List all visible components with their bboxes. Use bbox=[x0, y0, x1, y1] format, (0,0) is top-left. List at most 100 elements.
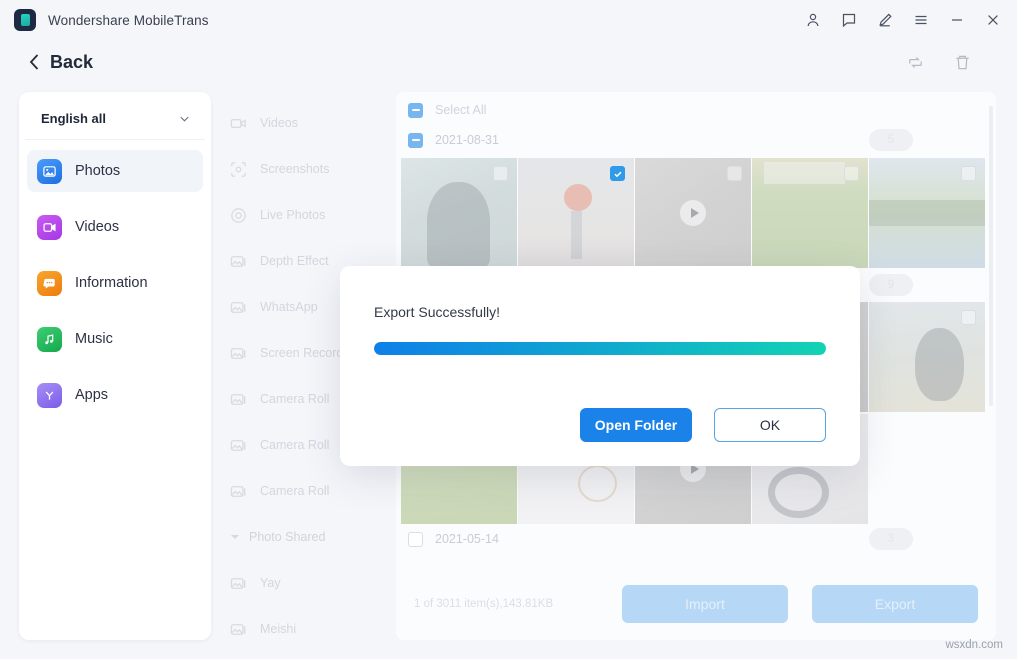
screenshot-icon bbox=[229, 160, 248, 179]
album-group-photo-shared[interactable]: Photo Shared bbox=[219, 514, 395, 560]
watermark: wsxdn.com bbox=[945, 639, 1003, 651]
dialog-message: Export Successfully! bbox=[374, 304, 826, 320]
photo-icon bbox=[229, 298, 248, 317]
sidebar-label-information: Information bbox=[75, 275, 148, 291]
album-item-camera-roll-3[interactable]: Camera Roll bbox=[219, 468, 395, 514]
refresh-icon[interactable] bbox=[906, 53, 925, 72]
date-group-count-middle: 9 bbox=[869, 274, 913, 296]
import-button[interactable]: Import bbox=[622, 585, 788, 623]
thumbnail-photo-flowers[interactable] bbox=[518, 158, 634, 268]
chevron-down-icon bbox=[178, 112, 191, 125]
thumbnail-checkbox[interactable] bbox=[727, 166, 742, 181]
information-icon bbox=[37, 271, 62, 296]
progress-bar bbox=[374, 342, 826, 355]
date-group-checkbox-2[interactable] bbox=[408, 532, 423, 547]
play-icon bbox=[680, 200, 706, 226]
footer-buttons: Import Export bbox=[622, 585, 978, 623]
sidebar-label-music: Music bbox=[75, 331, 113, 347]
vertical-scrollbar[interactable] bbox=[989, 106, 993, 406]
sidebar-label-photos: Photos bbox=[75, 163, 120, 179]
videos-icon bbox=[37, 215, 62, 240]
close-icon[interactable] bbox=[983, 10, 1003, 30]
date-group-header-1[interactable]: 2021-08-31 5 bbox=[396, 125, 996, 155]
action-footer: 1 of 3011 item(s),143.81KB Import Export bbox=[396, 568, 996, 640]
album-item-videos[interactable]: Videos bbox=[219, 100, 395, 146]
sidebar: English all Photos Videos bbox=[19, 92, 211, 640]
album-label: Videos bbox=[260, 116, 298, 130]
export-success-dialog: Export Successfully! Open Folder OK bbox=[340, 266, 860, 466]
dialog-actions: Open Folder OK bbox=[580, 408, 826, 442]
back-button[interactable]: Back bbox=[28, 52, 93, 73]
app-logo-icon bbox=[14, 9, 36, 31]
album-item-yay[interactable]: Yay bbox=[219, 560, 395, 606]
content-toolbar bbox=[906, 53, 1017, 72]
edit-icon[interactable] bbox=[875, 10, 895, 30]
photo-icon bbox=[229, 390, 248, 409]
thumbnail-checkbox[interactable] bbox=[844, 166, 859, 181]
album-label: Camera Roll bbox=[260, 392, 329, 406]
album-label: WhatsApp bbox=[260, 300, 318, 314]
thumbnail-photo-garden[interactable] bbox=[752, 158, 868, 268]
menu-icon[interactable] bbox=[911, 10, 931, 30]
minimize-icon[interactable] bbox=[947, 10, 967, 30]
video-camera-icon bbox=[229, 114, 248, 133]
title-bar: Wondershare MobileTrans bbox=[0, 0, 1017, 40]
ok-button[interactable]: OK bbox=[714, 408, 826, 442]
select-all-row[interactable]: Select All bbox=[396, 95, 996, 125]
photo-icon bbox=[229, 482, 248, 501]
thumbnail-checkbox[interactable] bbox=[493, 166, 508, 181]
app-title: Wondershare MobileTrans bbox=[48, 13, 209, 28]
album-item-meishi[interactable]: Meishi bbox=[219, 606, 395, 640]
sidebar-item-videos[interactable]: Videos bbox=[27, 206, 203, 248]
photo-icon bbox=[229, 436, 248, 455]
language-select[interactable]: English all bbox=[25, 98, 205, 140]
language-label: English all bbox=[41, 111, 106, 126]
thumbnail-photo-beach[interactable] bbox=[869, 158, 985, 268]
page-header: Back bbox=[0, 42, 1017, 82]
account-icon[interactable] bbox=[803, 10, 823, 30]
album-item-screenshots[interactable]: Screenshots bbox=[219, 146, 395, 192]
select-all-label: Select All bbox=[435, 103, 486, 117]
sidebar-item-information[interactable]: Information bbox=[27, 262, 203, 304]
date-group-count-2: 3 bbox=[869, 528, 913, 550]
thumbnail-grid-1 bbox=[396, 155, 996, 268]
chevron-left-icon bbox=[28, 53, 41, 71]
feedback-icon[interactable] bbox=[839, 10, 859, 30]
sidebar-item-apps[interactable]: Apps bbox=[27, 374, 203, 416]
album-label: Screenshots bbox=[260, 162, 329, 176]
album-group-label: Photo Shared bbox=[249, 530, 325, 544]
album-label: Camera Roll bbox=[260, 438, 329, 452]
date-group-label: 2021-08-31 bbox=[435, 133, 499, 147]
progress-bar-fill bbox=[374, 342, 826, 355]
album-label: Camera Roll bbox=[260, 484, 329, 498]
date-group-header-2[interactable]: 2021-05-14 3 bbox=[396, 524, 996, 554]
date-group-count: 5 bbox=[869, 129, 913, 151]
selection-info: 1 of 3011 item(s),143.81KB bbox=[414, 598, 553, 610]
photos-icon bbox=[37, 159, 62, 184]
sidebar-item-photos[interactable]: Photos bbox=[27, 150, 203, 192]
album-label: Meishi bbox=[260, 622, 296, 636]
live-photo-icon bbox=[229, 206, 248, 225]
music-icon bbox=[37, 327, 62, 352]
open-folder-button[interactable]: Open Folder bbox=[580, 408, 692, 442]
window-controls bbox=[803, 10, 1003, 30]
thumbnail-checkbox[interactable] bbox=[961, 166, 976, 181]
triangle-down-icon bbox=[230, 532, 240, 542]
date-group-checkbox[interactable] bbox=[408, 133, 423, 148]
album-item-live-photos[interactable]: Live Photos bbox=[219, 192, 395, 238]
thumbnail-photo-person[interactable] bbox=[401, 158, 517, 268]
photo-icon bbox=[229, 574, 248, 593]
sidebar-label-videos: Videos bbox=[75, 219, 119, 235]
trash-icon[interactable] bbox=[953, 53, 972, 72]
date-group-label-2: 2021-05-14 bbox=[435, 532, 499, 546]
thumbnail-photo-totoro[interactable] bbox=[869, 302, 985, 412]
select-all-checkbox[interactable] bbox=[408, 103, 423, 118]
thumbnail-checkbox-checked[interactable] bbox=[610, 166, 625, 181]
thumbnail-checkbox[interactable] bbox=[961, 310, 976, 325]
thumbnail-video-clip-1[interactable] bbox=[635, 158, 751, 268]
album-label: Depth Effect bbox=[260, 254, 329, 268]
export-button[interactable]: Export bbox=[812, 585, 978, 623]
photo-icon bbox=[229, 252, 248, 271]
sidebar-item-music[interactable]: Music bbox=[27, 318, 203, 360]
photo-icon bbox=[229, 344, 248, 363]
